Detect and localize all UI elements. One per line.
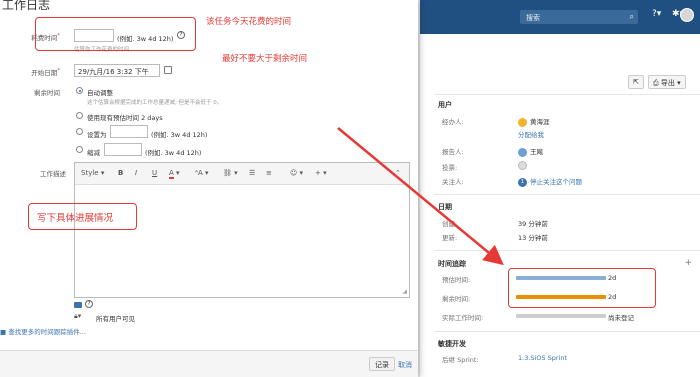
annotation-arrow <box>337 127 504 266</box>
